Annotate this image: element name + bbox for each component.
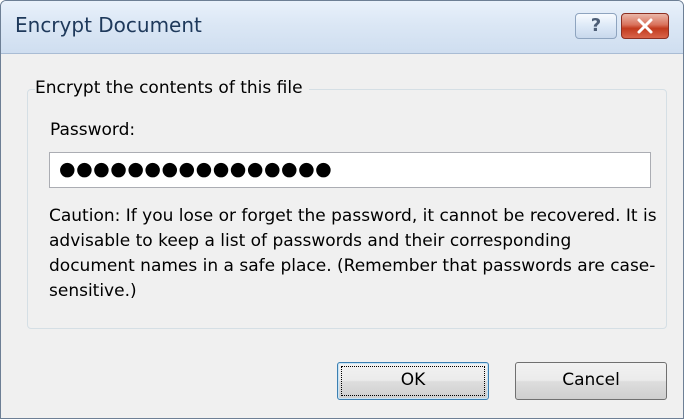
dialog-body: Encrypt the contents of this file Passwo… bbox=[1, 54, 683, 418]
groupbox-legend: Encrypt the contents of this file bbox=[35, 78, 309, 98]
focus-ring bbox=[341, 366, 485, 396]
cancel-button[interactable]: Cancel bbox=[515, 362, 667, 400]
caution-text: Caution: If you lose or forget the passw… bbox=[49, 206, 657, 301]
close-button[interactable] bbox=[621, 13, 669, 39]
encrypt-document-dialog: Encrypt Document ? Encrypt the contents … bbox=[0, 0, 684, 419]
title-bar[interactable]: Encrypt Document ? bbox=[1, 1, 683, 54]
ok-button[interactable]: OK bbox=[337, 362, 489, 400]
close-icon bbox=[637, 18, 653, 34]
dialog-title: Encrypt Document bbox=[15, 13, 202, 37]
help-icon: ? bbox=[590, 15, 602, 36]
help-button[interactable]: ? bbox=[575, 13, 617, 39]
password-label: Password: bbox=[50, 120, 136, 140]
password-input[interactable]: ●●●●●●●●●●●●●●●● bbox=[49, 152, 651, 188]
cancel-button-label: Cancel bbox=[562, 370, 620, 390]
password-masked-value: ●●●●●●●●●●●●●●●● bbox=[59, 158, 333, 180]
